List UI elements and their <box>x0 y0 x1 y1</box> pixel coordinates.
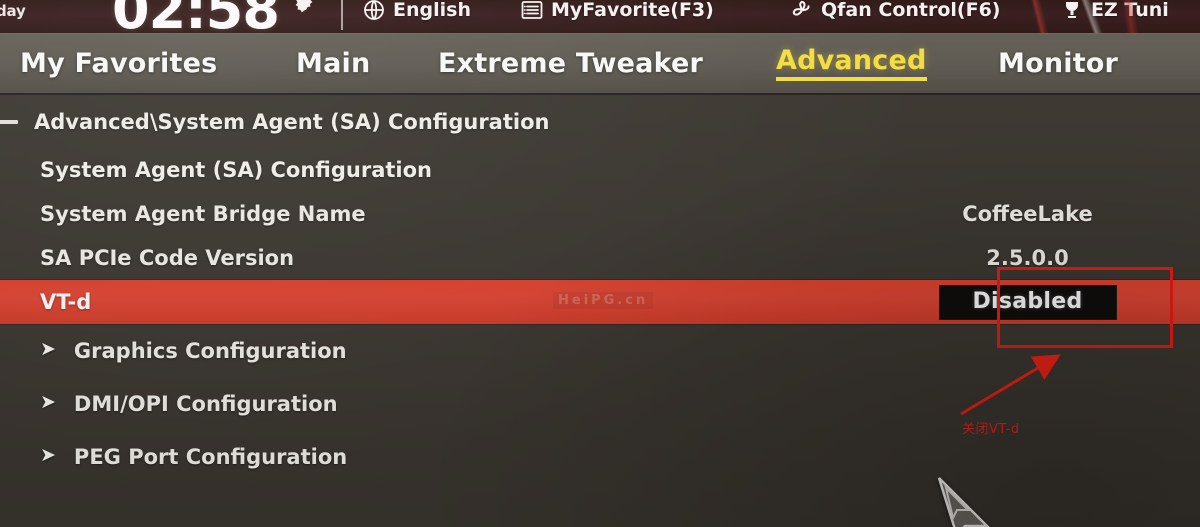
section-title-row: System Agent (SA) Configuration <box>0 148 1200 192</box>
sa-pcie-code-version-value: 2.5.0.0 <box>986 246 1069 270</box>
annotation-text: 关闭VT-d <box>962 422 1020 437</box>
list-icon <box>520 0 544 22</box>
row-peg-port-configuration[interactable]: ➤ PEG Port Configuration <box>0 430 1200 483</box>
vt-d-value-wrap: Disabled <box>855 284 1200 320</box>
qfan-control-button[interactable]: Qfan Control(F6) <box>790 0 1001 22</box>
ez-tuning-label: EZ Tuni <box>1091 0 1169 21</box>
breadcrumb-path: Advanced\System Agent (SA) Configuration <box>34 110 550 134</box>
tab-main-label: Main <box>296 47 371 79</box>
vt-d-dropdown[interactable]: Disabled <box>938 284 1117 320</box>
my-favorite-label: MyFavorite(F3) <box>551 0 714 21</box>
tab-extreme-tweaker[interactable]: Extreme Tweaker <box>438 33 703 93</box>
gear-icon[interactable] <box>291 0 317 16</box>
graphics-configuration-text: Graphics Configuration <box>73 338 347 363</box>
row-graphics-configuration[interactable]: ➤ Graphics Configuration <box>0 324 1200 377</box>
section-title: System Agent (SA) Configuration <box>40 158 432 182</box>
back-dash-icon[interactable] <box>0 120 18 124</box>
qfan-control-label: Qfan Control(F6) <box>821 0 1001 21</box>
submenu-arrow-icon: ➤ <box>40 338 56 360</box>
breadcrumb[interactable]: Advanced\System Agent (SA) Configuration <box>0 105 1200 139</box>
tab-my-favorites-label: My Favorites <box>20 47 218 79</box>
clock-display: 02:58 <box>112 0 280 33</box>
dmi-opi-configuration-label: ➤ DMI/OPI Configuration <box>40 392 338 416</box>
language-label: English <box>393 0 471 21</box>
language-selector[interactable]: English <box>362 0 471 22</box>
submenu-arrow-icon: ➤ <box>40 444 56 466</box>
bios-screen: ...2020 day 02:58 English <box>0 0 1200 527</box>
globe-icon <box>362 0 386 22</box>
peg-port-configuration-text: PEG Port Configuration <box>73 444 348 469</box>
tab-advanced[interactable]: Advanced <box>776 33 927 93</box>
bios-header-bar: ...2020 day 02:58 English <box>0 0 1200 33</box>
date-display: ...2020 day <box>0 0 54 20</box>
date-value: ...2020 <box>0 0 54 4</box>
tab-my-favorites[interactable]: My Favorites <box>20 33 217 93</box>
sa-pcie-code-version-label: SA PCIe Code Version <box>40 246 295 270</box>
row-system-agent-bridge-name[interactable]: System Agent Bridge Name CoffeeLake <box>0 192 1200 236</box>
tab-monitor[interactable]: Monitor <box>998 33 1118 93</box>
trophy-icon <box>1060 0 1084 22</box>
submenu-arrow-icon: ➤ <box>40 391 56 413</box>
row-sa-pcie-code-version[interactable]: SA PCIe Code Version 2.5.0.0 <box>0 236 1200 280</box>
row-vt-d[interactable]: VT-d Disabled <box>0 280 1200 324</box>
mouse-pointer-icon <box>937 477 990 527</box>
row-dmi-opi-configuration[interactable]: ➤ DMI/OPI Configuration <box>0 377 1200 430</box>
tab-main[interactable]: Main <box>296 33 370 93</box>
weekday-value: day <box>0 1 26 20</box>
fan-icon <box>790 0 814 22</box>
header-divider <box>341 0 343 30</box>
system-agent-bridge-name-label: System Agent Bridge Name <box>40 202 366 226</box>
dmi-opi-configuration-text: DMI/OPI Configuration <box>73 391 338 416</box>
ez-tuning-button[interactable]: EZ Tuni <box>1060 0 1169 22</box>
tab-extreme-tweaker-label: Extreme Tweaker <box>438 47 704 79</box>
vt-d-label: VT-d <box>40 290 92 314</box>
graphics-configuration-label: ➤ Graphics Configuration <box>40 339 347 363</box>
my-favorite-button[interactable]: MyFavorite(F3) <box>520 0 714 22</box>
main-menu-tab-bar: My Favorites Main Extreme Tweaker Advanc… <box>0 33 1200 95</box>
tab-monitor-label: Monitor <box>998 47 1119 79</box>
settings-list: System Agent (SA) Configuration System A… <box>0 148 1200 483</box>
tab-advanced-label: Advanced <box>776 45 927 81</box>
system-agent-bridge-name-value: CoffeeLake <box>962 202 1093 226</box>
peg-port-configuration-label: ➤ PEG Port Configuration <box>40 445 347 469</box>
